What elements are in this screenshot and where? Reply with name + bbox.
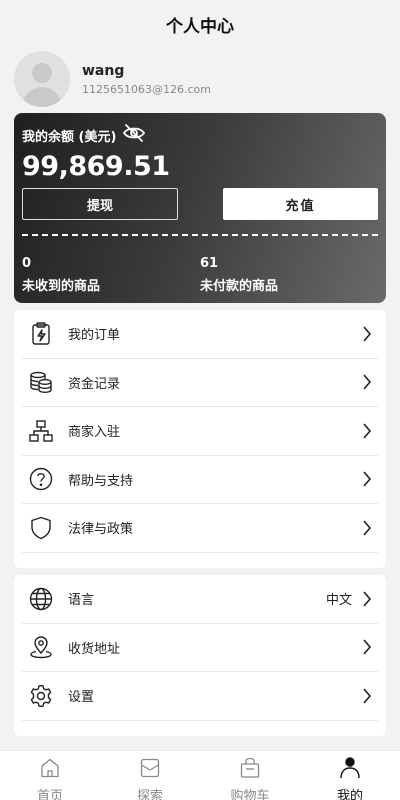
home-icon — [39, 757, 61, 783]
tab-cart-label: 购物车 — [230, 789, 270, 800]
stat-unreceived-count: 0 — [22, 256, 32, 271]
menu-item-address[interactable]: 收货地址 — [22, 624, 378, 672]
org-chart-icon — [28, 418, 54, 444]
tab-home[interactable]: 首页 — [0, 751, 100, 800]
chevron-right-icon — [360, 373, 374, 391]
menu-item-language-label: 语言 — [68, 593, 95, 609]
user-name: wang — [82, 62, 125, 79]
menu-item-language[interactable]: 语言 中文 — [22, 575, 378, 624]
menu-item-orders[interactable]: 我的订单 — [22, 310, 378, 359]
tab-mine[interactable]: 我的 — [300, 751, 400, 800]
menu-item-merchant[interactable]: 商家入驻 — [22, 407, 378, 456]
avatar[interactable] — [14, 51, 70, 107]
language-value: 中文 — [325, 593, 352, 609]
menu-item-address-label: 收货地址 — [68, 641, 121, 657]
order-icon — [28, 321, 54, 347]
chevron-right-icon — [360, 687, 374, 705]
tab-mine-label: 我的 — [336, 789, 363, 800]
menu-item-settings-label: 设置 — [68, 690, 95, 706]
globe-icon — [28, 586, 54, 612]
menu-item-fund-records-label: 资金记录 — [68, 376, 121, 392]
balance-label: 我的余额 (美元) — [22, 129, 117, 145]
profile-section[interactable]: wang 1125651063@126.com — [0, 48, 400, 108]
menu-item-help[interactable]: 帮助与支持 — [22, 456, 378, 504]
page-header: 个人中心 — [0, 0, 400, 48]
eye-off-icon[interactable] — [116, 123, 146, 147]
tab-cart[interactable]: 购物车 — [200, 751, 300, 800]
help-icon — [28, 466, 54, 492]
tab-explore-label: 探索 — [136, 789, 163, 800]
menu-item-legal[interactable]: 法律与政策 — [22, 504, 378, 553]
chevron-right-icon — [360, 470, 374, 488]
divider — [22, 234, 378, 236]
explore-icon — [139, 757, 161, 783]
menu-card-main: 我的订单 资金记录 商家入驻 帮助与支持 法律与政策 — [14, 310, 386, 568]
tab-home-label: 首页 — [36, 789, 63, 800]
user-icon — [339, 757, 361, 783]
chevron-right-icon — [360, 638, 374, 656]
stat-unpaid[interactable]: 61 未付款的商品 — [200, 256, 378, 294]
withdraw-button[interactable]: 提现 — [22, 188, 178, 220]
menu-item-legal-label: 法律与政策 — [68, 522, 134, 538]
recharge-button[interactable]: 充值 — [223, 188, 378, 220]
gear-icon — [28, 683, 54, 709]
chevron-right-icon — [360, 422, 374, 440]
balance-card: 我的余额 (美元) 99,869.51 提现 充值 0 未收到的商品 61 未付… — [14, 113, 386, 303]
menu-card-settings: 语言 中文 收货地址 设置 — [14, 575, 386, 736]
balance-amount: 99,869.51 — [22, 151, 170, 182]
tab-explore[interactable]: 探索 — [100, 751, 200, 800]
menu-item-settings[interactable]: 设置 — [22, 672, 378, 721]
chevron-right-icon — [360, 590, 374, 608]
page-title: 个人中心 — [166, 16, 234, 37]
menu-item-merchant-label: 商家入驻 — [68, 425, 121, 441]
menu-item-orders-label: 我的订单 — [68, 328, 121, 344]
menu-item-fund-records[interactable]: 资金记录 — [22, 359, 378, 407]
chevron-right-icon — [360, 519, 374, 537]
location-icon — [28, 634, 54, 660]
bottom-tab-bar: 首页 探索 购物车 我的 — [0, 750, 400, 800]
user-email: 1125651063@126.com — [82, 82, 211, 96]
chevron-right-icon — [360, 325, 374, 343]
coins-icon — [28, 369, 54, 395]
stat-unreceived[interactable]: 0 未收到的商品 — [22, 256, 200, 294]
stat-unpaid-count: 61 — [200, 256, 219, 271]
shield-icon — [28, 515, 54, 541]
stat-unpaid-label: 未付款的商品 — [200, 279, 279, 294]
menu-item-help-label: 帮助与支持 — [68, 473, 134, 489]
stat-unreceived-label: 未收到的商品 — [22, 279, 101, 294]
cart-icon — [239, 757, 261, 783]
